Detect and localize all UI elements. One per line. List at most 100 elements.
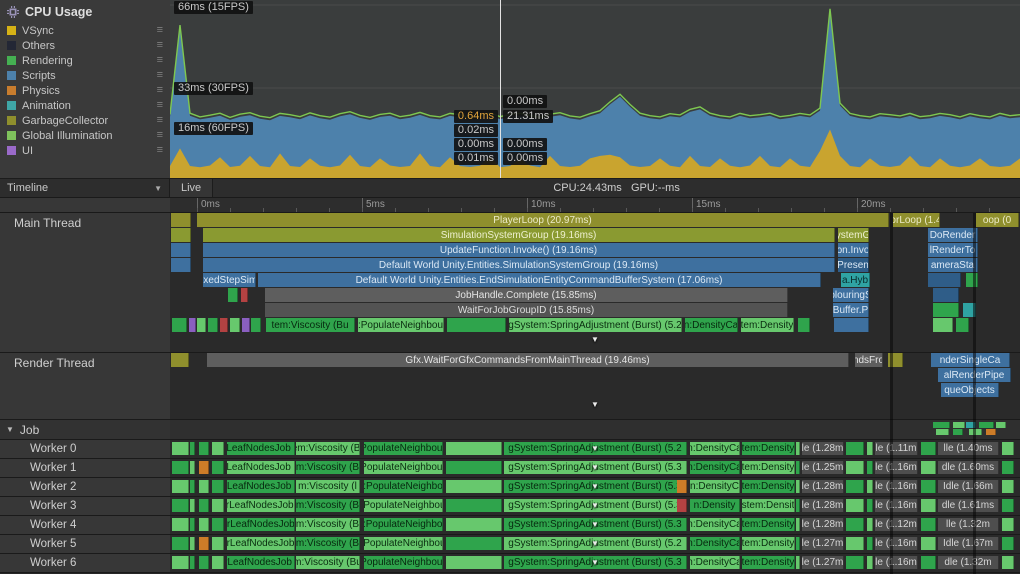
timeline-sample[interactable]: rs:PopulateNeighbours ( <box>364 556 443 569</box>
track-area-job[interactable] <box>170 420 1020 439</box>
timeline-sample[interactable]: dle (1.60ms <box>938 461 999 474</box>
timeline-sample-fragment[interactable] <box>921 461 936 474</box>
timeline-sample[interactable]: rs:PopulateNeighbours ( <box>364 442 443 455</box>
timeline-sample-fragment[interactable] <box>171 353 189 367</box>
timeline-sample-fragment[interactable] <box>796 480 800 493</box>
timeline-sample-fragment[interactable] <box>677 499 687 512</box>
timeline-sample-fragment[interactable] <box>846 518 864 531</box>
flow-indicator-icon[interactable]: ▼ <box>591 520 599 530</box>
timeline-sample-fragment[interactable] <box>888 353 903 367</box>
timeline-sample-fragment[interactable] <box>846 480 864 493</box>
timeline-sample[interactable]: tem:Viscosity (Bu <box>266 318 355 332</box>
timeline-sample[interactable]: le (1.11m <box>875 442 918 455</box>
timeline-sample-fragment[interactable] <box>969 429 982 435</box>
view-mode-dropdown[interactable]: Timeline ▼ <box>0 179 170 197</box>
timeline-sample[interactable]: UpdateFunction.Invoke() (19.16ms) <box>203 243 835 257</box>
track-area-render-thread[interactable]: Gfx.WaitForGfxCommandsFromMainThread (19… <box>170 353 1020 419</box>
timeline-sample[interactable]: rs:PopulateNeighbour <box>364 518 443 531</box>
timeline-sample[interactable]: FixedStepSimu <box>203 273 256 287</box>
timeline-sample[interactable]: n:DensityCa <box>690 556 740 569</box>
timeline-sample-fragment[interactable] <box>921 499 936 512</box>
timeline-sample-fragment[interactable] <box>190 556 195 569</box>
timeline-sample[interactable]: ndsFro <box>855 353 883 367</box>
timeline-sample-fragment[interactable] <box>846 537 864 550</box>
timeline-sample-fragment[interactable] <box>197 318 206 332</box>
timeline-sample[interactable]: gSystem:SpringAdjustment (Burst) (5.2 <box>509 318 682 332</box>
timeline-sample[interactable]: Buffer.P <box>833 303 869 317</box>
timeline-sample[interactable]: ameraSta <box>928 258 978 272</box>
timeline-sample-fragment[interactable] <box>446 461 502 474</box>
timeline-sample[interactable]: n:DensityC <box>690 480 740 493</box>
timeline-sample-fragment[interactable] <box>834 318 869 332</box>
timeline-sample-fragment[interactable] <box>190 442 195 455</box>
timeline-sample-fragment[interactable] <box>446 499 502 512</box>
timeline-sample-fragment[interactable] <box>1002 442 1014 455</box>
timeline-sample-fragment[interactable] <box>867 461 873 474</box>
timeline-sample-fragment[interactable] <box>199 518 209 531</box>
timeline-sample-fragment[interactable] <box>446 480 502 493</box>
track-area-worker-1[interactable]: earLeafNodesJob (Buem:Viscosity (Burs:Po… <box>170 459 1020 477</box>
timeline-sample[interactable]: le (1.25m <box>802 461 844 474</box>
legend-item-animation[interactable]: Animation≡ <box>0 98 170 113</box>
timeline-sample[interactable]: le (1.27m <box>802 537 844 550</box>
timeline-sample[interactable]: orLoop (1.4 <box>893 213 940 227</box>
timeline-sample-fragment[interactable] <box>1002 537 1014 550</box>
timeline-sample-fragment[interactable] <box>846 442 864 455</box>
timeline-sample[interactable]: n:DensityCa <box>690 461 740 474</box>
timeline-sample-fragment[interactable] <box>189 318 196 332</box>
timeline-sample-fragment[interactable] <box>212 499 224 512</box>
timeline-sample-fragment[interactable] <box>199 442 209 455</box>
timeline-sample-fragment[interactable] <box>212 518 224 531</box>
timeline-sample-fragment[interactable] <box>796 499 800 512</box>
timeline-sample-fragment[interactable] <box>171 258 191 272</box>
legend-item-physics[interactable]: Physics≡ <box>0 83 170 98</box>
timeline-sample-fragment[interactable] <box>979 422 994 428</box>
foldout-arrow-icon[interactable]: ▼ <box>6 425 14 434</box>
timeline-sample-fragment[interactable] <box>933 422 950 428</box>
timeline-sample[interactable]: a.Hyb <box>841 273 870 287</box>
legend-item-garbagecollector[interactable]: GarbageCollector≡ <box>0 113 170 128</box>
timeline-sample[interactable]: rs:PopulateNeighbours <box>364 537 443 550</box>
timeline-sample[interactable]: n:DensityCa <box>685 318 738 332</box>
track-area-worker-3[interactable]: earLeafNodesJob (Bem:Viscosity (Burs:Pop… <box>170 497 1020 515</box>
timeline-sample-fragment[interactable] <box>228 288 238 302</box>
drag-handle-icon[interactable]: ≡ <box>157 70 163 81</box>
track-area-worker-5[interactable]: NearLeafNodesJob (Buem:Viscosity (Burs:P… <box>170 535 1020 553</box>
timeline-sample[interactable]: learLeafNodesJob (B <box>227 518 295 531</box>
flow-indicator-icon[interactable]: ▼ <box>591 482 599 492</box>
timeline-sample[interactable]: Idle (1.67m <box>938 537 999 550</box>
timeline-sample[interactable]: queObjects <box>941 383 999 397</box>
timeline-sample-fragment[interactable] <box>446 442 502 455</box>
timeline-sample-fragment[interactable] <box>242 318 250 332</box>
timeline-sample[interactable]: Presen <box>838 258 869 272</box>
flow-indicator-icon[interactable]: ▼ <box>591 463 599 473</box>
time-ruler[interactable]: 0ms5ms10ms15ms20ms <box>170 198 1020 212</box>
timeline-sample[interactable]: Gfx.WaitForGfxCommandsFromMainThread (19… <box>207 353 849 367</box>
timeline-sample-fragment[interactable] <box>172 442 189 455</box>
timeline-sample[interactable]: le (1.28m <box>802 480 844 493</box>
flow-indicator-icon[interactable]: ▼ <box>591 400 599 410</box>
track-area-worker-6[interactable]: learLeafNodesJob (Bum:Viscosity (Burs:Po… <box>170 554 1020 572</box>
timeline-sample-fragment[interactable] <box>190 461 195 474</box>
timeline-sample-fragment[interactable] <box>1002 480 1014 493</box>
timeline-sample-fragment[interactable] <box>230 318 240 332</box>
timeline-sample-fragment[interactable] <box>953 429 963 435</box>
timeline-sample-fragment[interactable] <box>1002 518 1014 531</box>
cpu-chart-canvas[interactable] <box>170 0 1020 178</box>
timeline-sample[interactable]: em:Viscosity (Bu <box>296 518 360 531</box>
timeline-sample-fragment[interactable] <box>172 537 189 550</box>
timeline-sample-fragment[interactable] <box>867 442 873 455</box>
timeline-sample[interactable]: DoRender <box>928 228 978 242</box>
timeline-sample-fragment[interactable] <box>172 499 189 512</box>
timeline-sample-fragment[interactable] <box>933 303 959 317</box>
timeline-sample[interactable]: SimulationSystemGroup (19.16ms) <box>203 228 835 242</box>
timeline-sample-fragment[interactable] <box>171 213 191 227</box>
timeline-sample-fragment[interactable] <box>190 537 195 550</box>
timeline-sample[interactable]: ystemG <box>838 228 869 242</box>
timeline-sample-fragment[interactable] <box>172 518 189 531</box>
timeline-sample[interactable]: earLeafNodesJob (Bu <box>227 442 295 455</box>
timeline-sample[interactable]: oop (0 <box>976 213 1019 227</box>
timeline-sample[interactable]: alRenderPipe <box>938 368 1011 382</box>
timeline-sample-fragment[interactable] <box>956 318 969 332</box>
timeline-sample-fragment[interactable] <box>199 537 209 550</box>
